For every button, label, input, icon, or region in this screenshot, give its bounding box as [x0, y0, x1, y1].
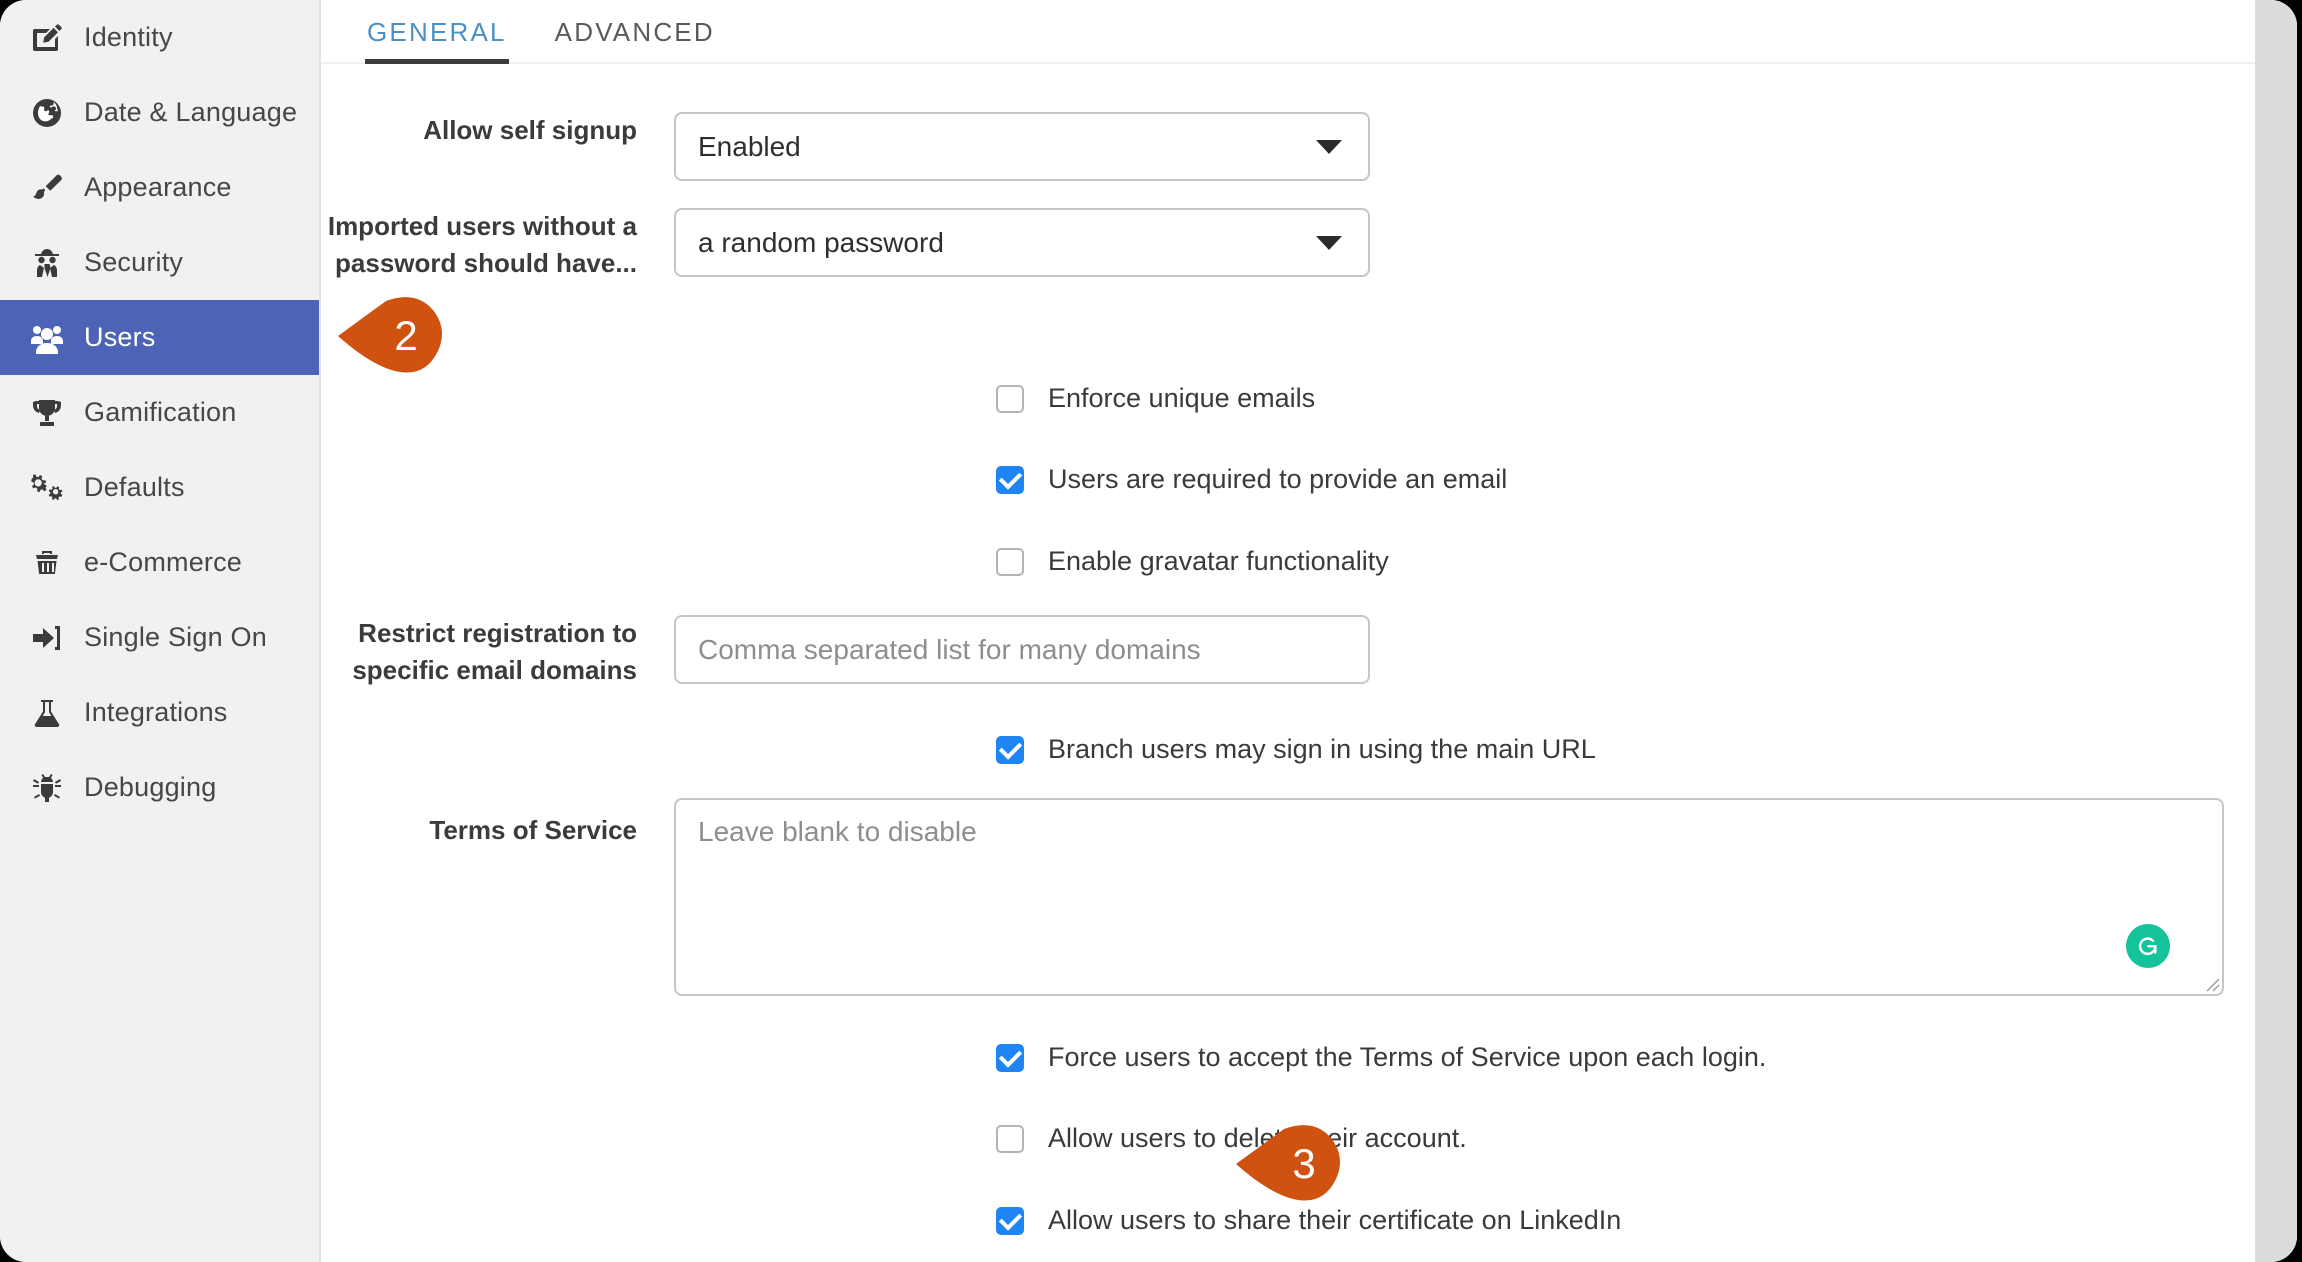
checkbox-enforce-unique-emails[interactable] [996, 385, 1024, 413]
users-icon [30, 321, 64, 355]
sidebar-item-label: Debugging [84, 772, 216, 803]
sidebar-item-integrations[interactable]: Integrations [0, 675, 319, 750]
checkbox-label: Enable gravatar functionality [1048, 546, 1389, 577]
app-window: Identity Date & Language Appearance Secu… [0, 0, 2297, 1262]
imported-users-password-value: a random password [698, 227, 944, 259]
sidebar-item-ecommerce[interactable]: e-Commerce [0, 525, 319, 600]
checkbox-label: Allow users to delete their account. [1048, 1123, 1467, 1154]
paintbrush-icon [30, 171, 64, 205]
page-gutter [2255, 0, 2297, 1262]
checkbox-row-enforce-unique-emails[interactable]: Enforce unique emails [996, 383, 2297, 414]
checkbox-row-gravatar[interactable]: Enable gravatar functionality [996, 546, 2297, 577]
imported-users-password-select-wrap: a random password [674, 208, 1370, 277]
sidebar-item-label: Integrations [84, 697, 228, 728]
checkbox-label: Enforce unique emails [1048, 383, 1315, 414]
imported-users-password-select[interactable]: a random password [674, 208, 1370, 277]
sidebar-item-label: Security [84, 247, 183, 278]
bug-icon [30, 771, 64, 805]
sidebar-item-date-language[interactable]: Date & Language [0, 75, 319, 150]
field-row-allow-self-signup: Allow self signup Enabled [321, 112, 2297, 181]
terms-of-service-textarea[interactable]: Leave blank to disable [674, 798, 2224, 996]
sidebar-item-security[interactable]: Security [0, 225, 319, 300]
trophy-icon [30, 396, 64, 430]
allow-self-signup-select-wrap: Enabled [674, 112, 1370, 181]
sidebar-item-label: e-Commerce [84, 547, 242, 578]
field-row-terms-of-service: Terms of Service Leave blank to disable [321, 798, 2297, 996]
sidebar-item-debugging[interactable]: Debugging [0, 750, 319, 825]
sidebar-item-appearance[interactable]: Appearance [0, 150, 319, 225]
grammarly-icon[interactable] [2126, 924, 2170, 968]
field-row-restrict-domains: Restrict registration to specific email … [321, 615, 2297, 689]
sign-in-icon [30, 621, 64, 655]
checkbox-label: Branch users may sign in using the main … [1048, 734, 1596, 765]
field-row-imported-users-password: Imported users without a password should… [321, 208, 2297, 282]
basket-icon [30, 546, 64, 580]
checkbox-row-delete-account[interactable]: Allow users to delete their account. [996, 1123, 2297, 1154]
flask-icon [30, 696, 64, 730]
restrict-domains-input-wrap: Comma separated list for many domains [674, 615, 1370, 684]
checkbox-label: Users are required to provide an email [1048, 464, 1507, 495]
sidebar-item-single-sign-on[interactable]: Single Sign On [0, 600, 319, 675]
sidebar-item-defaults[interactable]: Defaults [0, 450, 319, 525]
checkbox-branch-users[interactable] [996, 736, 1024, 764]
globe-icon [30, 96, 64, 130]
sidebar-item-label: Single Sign On [84, 622, 267, 653]
settings-form: Allow self signup Enabled Imported users… [321, 112, 2297, 1262]
sidebar-item-label: Appearance [84, 172, 232, 203]
sidebar-item-label: Users [84, 322, 156, 353]
allow-self-signup-select[interactable]: Enabled [674, 112, 1370, 181]
checkbox-row-force-accept-tos[interactable]: Force users to accept the Terms of Servi… [996, 1042, 2297, 1073]
checkbox-row-branch-users[interactable]: Branch users may sign in using the main … [996, 734, 2297, 765]
restrict-domains-input[interactable]: Comma separated list for many domains [674, 615, 1370, 684]
restrict-domains-label: Restrict registration to specific email … [321, 615, 637, 689]
sidebar-item-label: Identity [84, 22, 173, 53]
allow-self-signup-label: Allow self signup [321, 112, 637, 149]
terms-of-service-wrap: Leave blank to disable [674, 798, 2224, 996]
allow-self-signup-value: Enabled [698, 131, 801, 163]
spy-icon [30, 246, 64, 280]
sidebar-item-identity[interactable]: Identity [0, 0, 319, 75]
imported-users-password-label: Imported users without a password should… [321, 208, 637, 282]
pencil-square-icon [30, 21, 64, 55]
chevron-down-icon [1316, 236, 1342, 250]
checkbox-require-email[interactable] [996, 466, 1024, 494]
sidebar-item-label: Gamification [84, 397, 236, 428]
checkbox-linkedin[interactable] [996, 1207, 1024, 1235]
tab-general[interactable]: GENERAL [343, 17, 531, 62]
chevron-down-icon [1316, 140, 1342, 154]
sidebar: Identity Date & Language Appearance Secu… [0, 0, 321, 1262]
sidebar-item-users[interactable]: Users [0, 300, 319, 375]
checkbox-label: Force users to accept the Terms of Servi… [1048, 1042, 1766, 1073]
checkbox-delete-account[interactable] [996, 1125, 1024, 1153]
terms-of-service-label: Terms of Service [321, 798, 637, 849]
sidebar-item-label: Date & Language [84, 97, 297, 128]
tab-bar: GENERAL ADVANCED [321, 0, 2297, 64]
checkbox-force-accept-tos[interactable] [996, 1044, 1024, 1072]
checkbox-gravatar[interactable] [996, 548, 1024, 576]
main-content: GENERAL ADVANCED Allow self signup Enabl… [321, 0, 2297, 1262]
tab-advanced[interactable]: ADVANCED [531, 17, 739, 62]
sidebar-item-label: Defaults [84, 472, 185, 503]
checkbox-label: Allow users to share their certificate o… [1048, 1205, 1621, 1236]
checkbox-row-require-email[interactable]: Users are required to provide an email [996, 464, 2297, 495]
sidebar-item-gamification[interactable]: Gamification [0, 375, 319, 450]
checkbox-row-linkedin[interactable]: Allow users to share their certificate o… [996, 1205, 2297, 1236]
gears-icon [30, 471, 64, 505]
